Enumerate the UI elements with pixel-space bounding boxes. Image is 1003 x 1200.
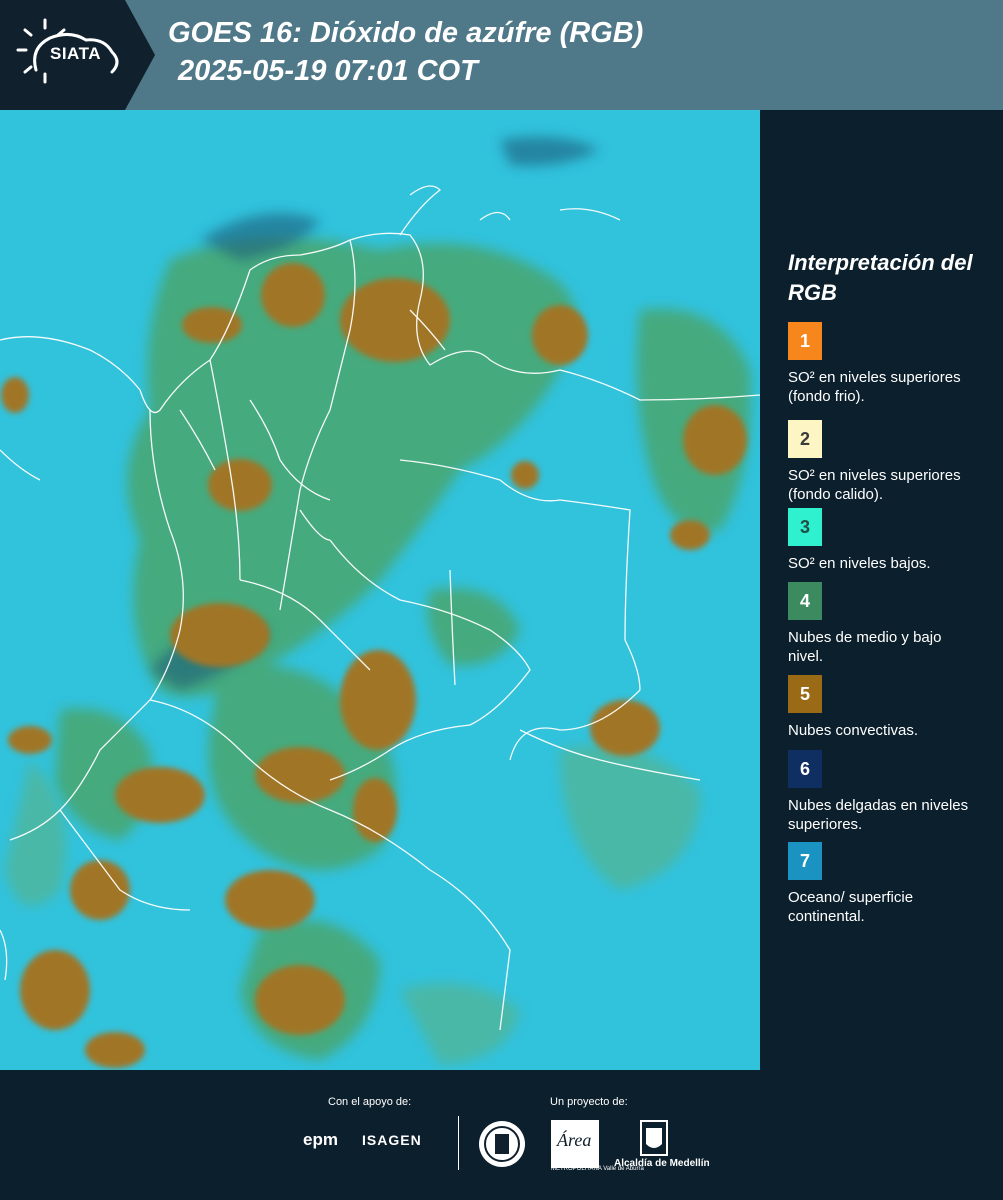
alcaldia-medellin-label: Alcaldía de Medellín — [614, 1158, 710, 1169]
legend-label-7: Oceano/ superficie continental. — [788, 889, 914, 925]
legend-label-4: Nubes de medio y bajo nivel. — [788, 629, 942, 665]
legend-item-1: 1 SO² en niveles superiores (fondo frio)… — [788, 322, 988, 406]
page-title: GOES 16: Dióxido de azúfre (RGB) 2025-05… — [168, 14, 643, 90]
satellite-map — [0, 110, 760, 1070]
legend-swatch-5: 5 — [788, 675, 822, 713]
project-label: Un proyecto de: — [550, 1096, 628, 1108]
support-label: Con el apoyo de: — [328, 1096, 412, 1108]
footer-bar: Con el apoyo de: Un proyecto de: epm ISA… — [0, 1070, 1003, 1200]
legend-label-3: SO² en niveles bajos. — [788, 555, 931, 572]
legend-label-2: SO² en niveles superiores (fondo calido)… — [788, 467, 961, 503]
area-metropolitana-logo: Área — [551, 1120, 599, 1168]
footer-divider — [458, 1116, 459, 1170]
legend-item-5: 5 Nubes convectivas. — [788, 675, 988, 740]
title-datetime: 2025-05-19 07:01 COT — [178, 55, 478, 87]
isagen-logo: ISAGEN — [362, 1132, 422, 1148]
siata-logo-text: SIATA — [50, 44, 101, 63]
legend-swatch-6: 6 — [788, 750, 822, 788]
area-logo-text: Área — [557, 1130, 592, 1150]
legend-item-7: 7 Oceano/ superficie continental. — [788, 842, 988, 926]
legend-panel: Interpretación del RGB 1 SO² en niveles … — [760, 110, 1003, 1070]
legend-item-2: 2 SO² en niveles superiores (fondo calid… — [788, 420, 988, 504]
legend-item-6: 6 Nubes delgadas en niveles superiores. — [788, 750, 988, 834]
legend-label-5: Nubes convectivas. — [788, 722, 919, 739]
header-bar: SIATA GOES 16: Dióxido de azúfre (RGB) 2… — [0, 0, 1003, 110]
legend-label-6: Nubes delgadas en niveles superiores. — [788, 797, 969, 833]
legend-item-4: 4 Nubes de medio y bajo nivel. — [788, 582, 988, 666]
epm-logo: epm — [303, 1130, 338, 1149]
legend-label-1: SO² en niveles superiores (fondo frio). — [788, 369, 961, 405]
siata-logo: SIATA — [0, 0, 155, 110]
legend-title: Interpretación del RGB — [788, 250, 973, 305]
legend-swatch-4: 4 — [788, 582, 822, 620]
legend-swatch-7: 7 — [788, 842, 822, 880]
alcaldia-shield-icon — [640, 1120, 668, 1161]
legend-swatch-3: 3 — [788, 508, 822, 546]
title-product: GOES 16: Dióxido de azúfre (RGB) — [168, 17, 644, 49]
legend-item-3: 3 SO² en niveles bajos. — [788, 508, 988, 573]
legend-swatch-2: 2 — [788, 420, 822, 458]
legend-swatch-1: 1 — [788, 322, 822, 360]
medellin-seal-icon — [478, 1120, 526, 1173]
